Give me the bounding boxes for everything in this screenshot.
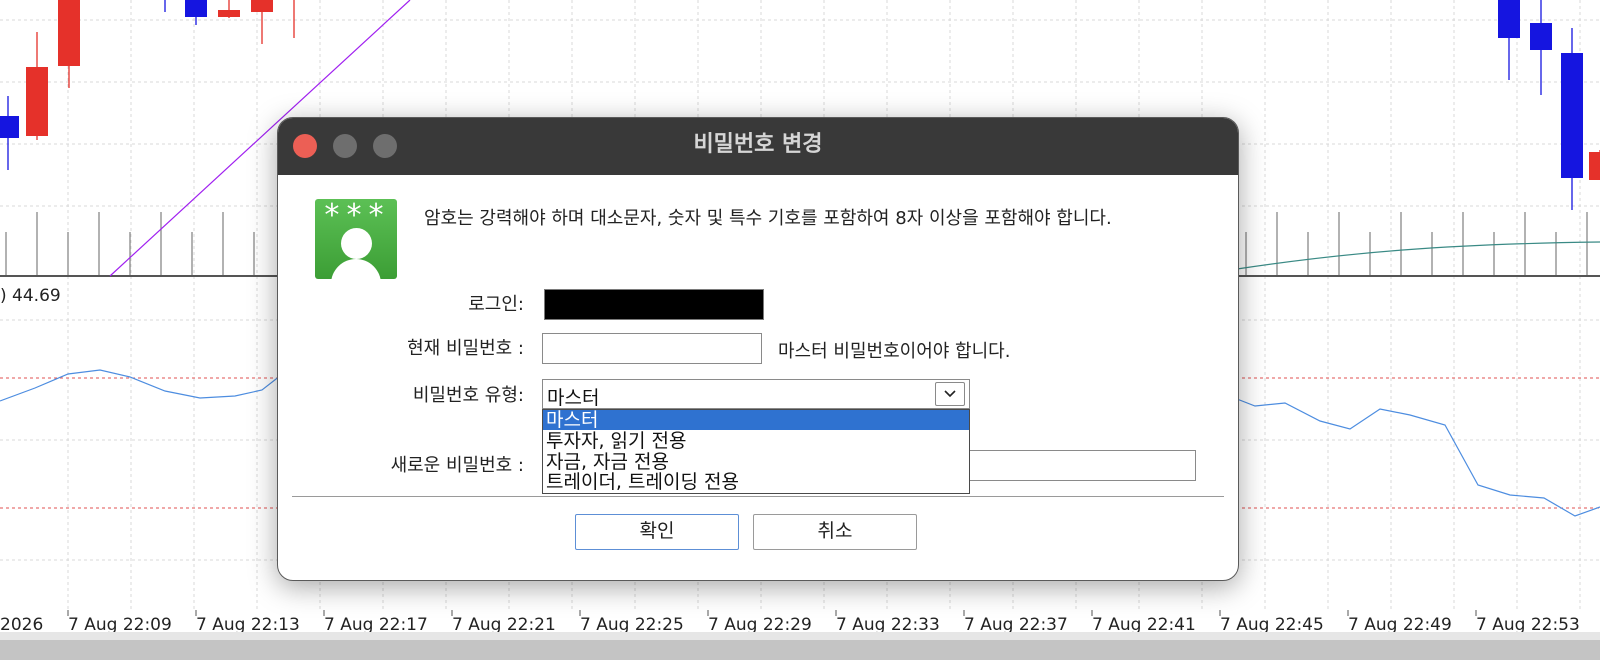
candle-body [1498, 0, 1520, 38]
password-requirements-notice: 암호는 강력해야 하며 대소문자, 숫자 및 특수 기호를 포함하여 8자 이상… [424, 208, 1112, 229]
dialog-title: 비밀번호 변경 [693, 132, 823, 157]
candle-body [26, 67, 48, 136]
candle-body [1589, 152, 1600, 180]
scrollbar-thumb[interactable] [0, 640, 1600, 660]
candle-body [0, 116, 19, 138]
button-separator [292, 496, 1224, 497]
candle-body [218, 10, 240, 17]
signal-line [1236, 241, 1600, 270]
password-type-label: 비밀번호 유형: [412, 385, 524, 406]
password-type-selected-value: 마스터 [547, 387, 600, 409]
oscillator-line-right [1236, 398, 1600, 517]
option-funds[interactable]: 자금, 자금 전용 [543, 452, 969, 472]
option-investor[interactable]: 투자자, 읽기 전용 [543, 431, 969, 451]
user-body-shape [331, 259, 381, 279]
cancel-button[interactable]: 취소 [753, 514, 917, 550]
dropdown-toggle-button[interactable] [935, 382, 965, 406]
candle-body [1561, 53, 1583, 178]
oscillator-line-left [0, 369, 286, 402]
ok-button[interactable]: 확인 [575, 514, 739, 550]
password-type-select[interactable]: 마스터 [542, 379, 970, 409]
candle-body [185, 0, 207, 17]
login-value-redacted [544, 289, 764, 320]
change-password-dialog: 비밀번호 변경 *** 암호는 강력해야 하며 대소문자, 숫자 및 특수 기호… [277, 117, 1239, 581]
option-master[interactable]: 마스터 [543, 410, 969, 430]
current-password-hint: 마스터 비밀번호이어야 합니다. [778, 341, 1011, 362]
login-label: 로그인: [468, 294, 524, 315]
password-stars: *** [322, 199, 390, 233]
candle-body [1530, 23, 1552, 50]
user-password-icon: *** [315, 199, 397, 279]
user-head-shape [341, 228, 372, 259]
candle-body [251, 0, 273, 12]
new-password-label: 새로운 비밀번호 : [390, 455, 524, 476]
indicator-value: ) 44.69 [0, 286, 61, 306]
current-password-input[interactable] [542, 333, 762, 364]
current-password-label: 현재 비밀번호 : [407, 338, 524, 359]
chevron-down-icon [944, 390, 956, 398]
option-trader[interactable]: 트레이더, 트레이딩 전용 [543, 472, 969, 492]
password-type-dropdown-list: 마스터 투자자, 읽기 전용 자금, 자금 전용 트레이더, 트레이딩 전용 [542, 409, 970, 494]
candle-body [58, 0, 80, 66]
